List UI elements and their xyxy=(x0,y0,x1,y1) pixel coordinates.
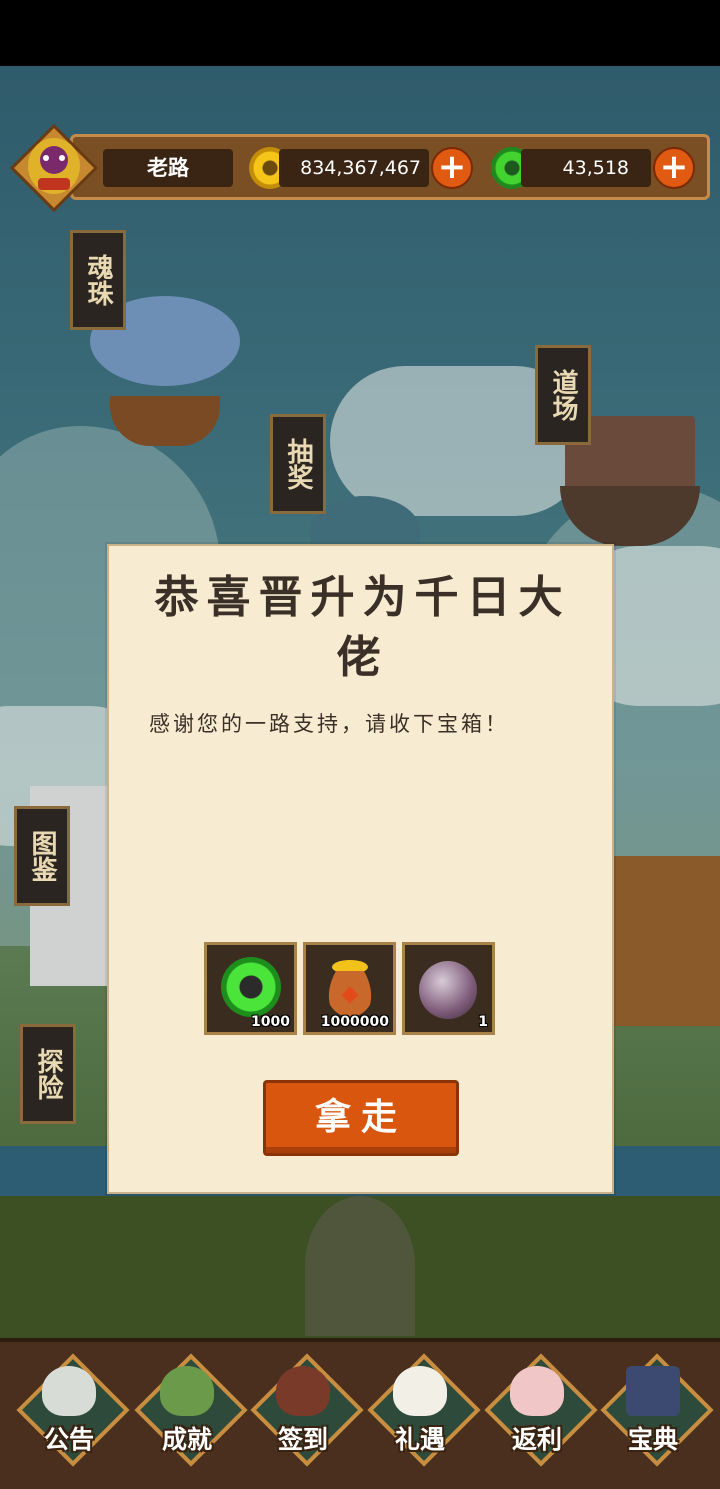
reward-item[interactable]: 1 xyxy=(402,942,495,1035)
reward-quantity: 1 xyxy=(478,1014,488,1030)
shrine-icon xyxy=(276,1366,330,1416)
nav-checkin[interactable]: 签到 xyxy=(248,1353,364,1470)
book-icon xyxy=(626,1366,680,1416)
sign-label: 图鉴 xyxy=(27,830,57,882)
sign-lottery[interactable]: 抽奖 xyxy=(270,414,326,514)
sign-collection[interactable]: 图鉴 xyxy=(14,806,70,906)
airship-basket xyxy=(110,396,220,446)
treasure-building xyxy=(610,856,720,1026)
sign-label: 魂珠 xyxy=(83,254,113,306)
sign-label: 道场 xyxy=(548,369,578,421)
coin-bag-icon xyxy=(328,960,372,1017)
player-avatar[interactable] xyxy=(8,122,100,214)
sign-label: 抽奖 xyxy=(283,438,313,490)
sign-label: 探险 xyxy=(33,1048,63,1100)
sign-dojo[interactable]: 道场 xyxy=(535,345,591,445)
add-jade-button[interactable]: + xyxy=(653,147,695,189)
nav-label: 礼遇 xyxy=(394,1425,445,1454)
toad-icon xyxy=(160,1366,214,1416)
reward-item[interactable]: 1000 xyxy=(204,942,297,1035)
nav-label: 宝典 xyxy=(627,1425,678,1454)
shell-icon xyxy=(42,1366,96,1416)
nav-gift[interactable]: 礼遇 xyxy=(365,1353,481,1470)
nav-rebate[interactable]: 返利 xyxy=(482,1353,598,1470)
status-bar xyxy=(0,0,720,66)
gold-amount: 834,367,467 xyxy=(279,149,429,187)
add-gold-button[interactable]: + xyxy=(431,147,473,189)
nav-announcement[interactable]: 公告 xyxy=(14,1353,130,1470)
dialog-title: 恭喜晋升为千日大佬 xyxy=(154,572,571,683)
sign-soul-beads[interactable]: 魂珠 xyxy=(70,230,126,330)
reward-quantity: 1000 xyxy=(251,1014,290,1030)
sign-adventure[interactable]: 探险 xyxy=(20,1024,76,1124)
level-up-dialog: 恭喜晋升为千日大佬 感谢您的一路支持，请收下宝箱！ 1000 1000000 1… xyxy=(107,544,614,1194)
reward-list: 1000 1000000 1 xyxy=(204,942,495,1036)
nav-achievement[interactable]: 成就 xyxy=(132,1353,248,1470)
nav-guide[interactable]: 宝典 xyxy=(598,1353,714,1470)
nav-label: 公告 xyxy=(43,1425,94,1454)
resource-bar: 老路 834,367,467 + 43,518 + xyxy=(70,134,710,200)
nav-label: 返利 xyxy=(511,1425,562,1454)
pig-icon xyxy=(510,1366,564,1416)
take-button[interactable]: 拿走 xyxy=(263,1080,459,1156)
bottom-nav: 公告 成就 签到 礼遇 返利 宝典 xyxy=(0,1338,720,1489)
reward-quantity: 1000000 xyxy=(320,1014,389,1030)
reward-item[interactable]: 1000000 xyxy=(303,942,396,1035)
player-name: 老路 xyxy=(103,149,233,187)
nav-label: 签到 xyxy=(277,1425,328,1454)
jade-ring-icon xyxy=(221,957,281,1017)
stone-path xyxy=(305,1196,415,1336)
dialog-message: 感谢您的一路支持，请收下宝箱！ xyxy=(149,712,509,736)
lucky-cat-icon xyxy=(393,1366,447,1416)
soul-orb-icon xyxy=(419,961,477,1019)
nav-label: 成就 xyxy=(161,1425,212,1454)
jade-amount: 43,518 xyxy=(521,149,651,187)
